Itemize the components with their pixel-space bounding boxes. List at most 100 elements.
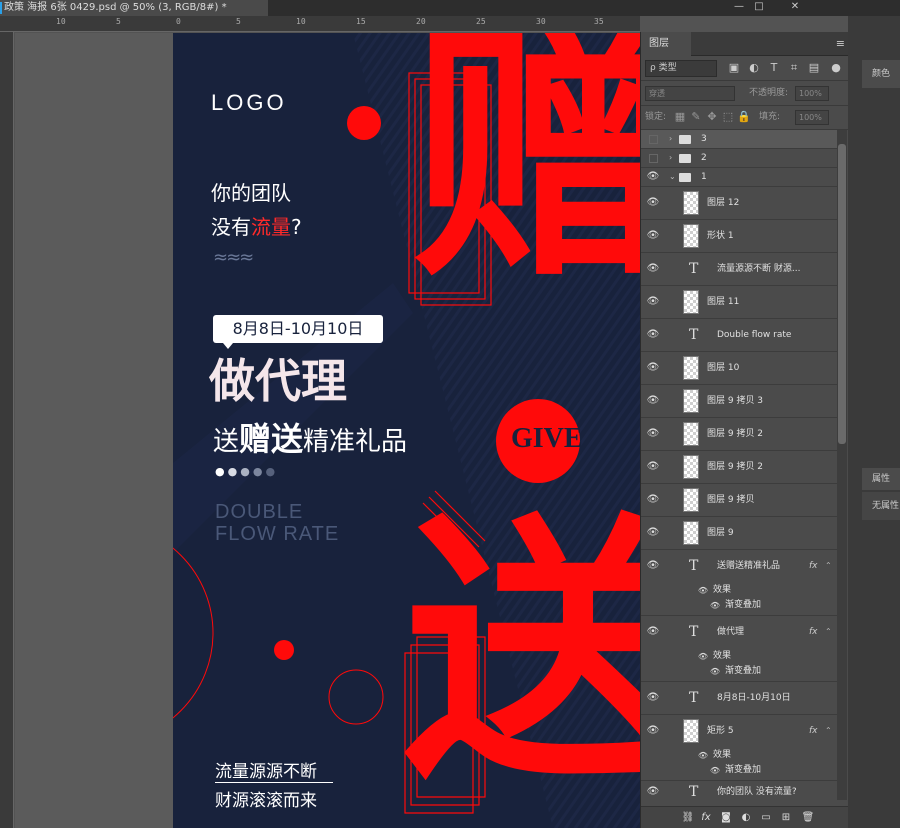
layer-row[interactable]: 👁 T 流量源源不断 财源... [641,253,837,286]
chevron-right-icon[interactable]: › [669,133,672,145]
adjustment-icon[interactable]: ◐ [739,811,753,825]
eye-icon[interactable]: 👁 [645,461,661,473]
fill-input[interactable]: 100% [795,110,829,125]
layer-row[interactable]: 👁 T 送赠送精准礼品 fx ⌃ 👁 效果 👁 渐变叠加 [641,550,837,616]
left-ruler[interactable] [0,32,14,828]
properties-panel-tab[interactable]: 属性 [862,468,900,490]
lock-artboard-icon[interactable]: ⬚ [721,110,735,124]
minimize-button[interactable]: — [730,0,748,14]
eye-icon[interactable]: 👁 [645,527,661,539]
visibility-toggle-off[interactable] [649,135,658,144]
fx-icon[interactable]: fx [699,811,713,825]
fx-badge[interactable]: fx [809,560,818,572]
eye-icon[interactable]: 👁 [645,171,661,183]
eye-icon[interactable]: 👁 [645,428,661,440]
layer-thumbnail [683,422,699,446]
eye-icon[interactable]: 👁 [645,725,661,737]
filter-adjustment-icon[interactable]: ◐ [747,61,761,75]
blend-mode-select[interactable]: 穿透 [645,86,735,101]
folder-icon[interactable]: ▭ [759,811,773,825]
layer-row[interactable]: 👁 矩形 5 fx ⌃ 👁 效果 👁 渐变叠加 [641,715,837,781]
folder-open-icon [679,173,691,182]
footer-line2: 财源滚滚而来 [215,791,317,811]
scrollbar-thumb[interactable] [838,144,846,444]
layer-row[interactable]: 👁 T Double flow rate [641,319,837,352]
layer-row[interactable]: 👁 形状 1 [641,220,837,253]
panel-menu-icon[interactable]: ≡ [836,37,845,50]
layer-row[interactable]: 👁 T 你的团队 没有流量? [641,781,837,800]
mask-icon[interactable]: ◙ [719,811,733,825]
new-layer-icon[interactable]: ⊞ [779,811,793,825]
chevron-down-icon[interactable]: ⌄ [669,171,676,183]
effects-label: 效果 [713,585,732,595]
filter-type-icon[interactable]: T [767,61,781,75]
eye-icon[interactable]: 👁 [645,494,661,506]
layer-row[interactable]: 👁 ⌄ 1 [641,168,837,187]
layer-row[interactable]: 👁 图层 11 [641,286,837,319]
color-panel-tab[interactable]: 颜色 [862,60,900,88]
chevron-up-icon[interactable]: ⌃ [825,725,832,737]
eye-icon[interactable]: 👁 [645,560,661,572]
eye-icon[interactable]: 👁 [645,263,661,275]
fx-badge[interactable]: fx [809,626,818,638]
layer-row[interactable]: 👁 图层 9 拷贝 2 [641,451,837,484]
visibility-toggle-off[interactable] [649,154,658,163]
eye-icon[interactable]: 👁 [645,786,661,798]
eye-icon[interactable]: 👁 [645,692,661,704]
layer-row[interactable]: 👁 图层 10 [641,352,837,385]
poster-canvas[interactable]: 赠 送 GIVE LOGO 你的团队 没有流量? ≈≈≈ 8月8日-10月10日… [173,33,640,828]
layer-row[interactable]: › 3 [641,130,837,149]
chevron-right-icon[interactable]: › [669,152,672,164]
english-line1: DOUBLE [215,501,304,523]
layer-filter-dropdown[interactable]: ρ 类型 [645,60,717,77]
eye-icon[interactable]: 👁 [645,296,661,308]
eye-icon[interactable]: 👁 [707,600,723,612]
ruler-label: 5 [116,17,121,26]
top-ruler[interactable]: 10 5 0 5 10 15 20 25 30 35 [0,16,640,32]
layers-scrollbar[interactable] [837,130,847,800]
filter-shape-icon[interactable]: ⌗ [787,61,801,75]
document-tab[interactable]: 政策 海报 6张 0429.psd @ 50% (3, RGB/8#) * [0,0,268,16]
eye-icon[interactable]: 👁 [645,395,661,407]
eye-icon[interactable]: 👁 [695,651,711,663]
opacity-input[interactable]: 100% [795,86,829,101]
close-button[interactable]: ✕ [786,0,804,14]
filter-smart-object-icon[interactable]: ▤ [807,61,821,75]
chevron-up-icon[interactable]: ⌃ [825,560,832,572]
eye-icon[interactable]: 👁 [707,666,723,678]
layer-row[interactable]: 👁 T 做代理 fx ⌃ 👁 效果 👁 渐变叠加 [641,616,837,682]
trash-icon[interactable]: 🗑 [801,811,815,825]
layer-row[interactable]: › 2 [641,149,837,168]
fx-badge[interactable]: fx [809,725,818,737]
layer-name: 图层 9 拷贝 2 [707,462,764,472]
eye-icon[interactable]: 👁 [645,197,661,209]
lock-all-icon[interactable]: 🔒 [737,110,751,124]
layer-filter-row: ρ 类型 ▣ ◐ T ⌗ ▤ ● [641,57,849,81]
layer-row[interactable]: 👁 图层 9 拷贝 3 [641,385,837,418]
poster-line2: 没有流量? [211,211,302,240]
layer-row[interactable]: 👁 图层 12 [641,187,837,220]
layer-row[interactable]: 👁 图层 9 拷贝 2 [641,418,837,451]
eye-icon[interactable]: 👁 [645,230,661,242]
maximize-button[interactable]: □ [750,0,768,14]
eye-icon[interactable]: 👁 [707,765,723,777]
eye-icon[interactable]: 👁 [645,626,661,638]
layer-row[interactable]: 👁 图层 9 [641,517,837,550]
layer-row[interactable]: 👁 T 8月8日-10月10日 [641,682,837,715]
lock-transparent-icon[interactable]: ▦ [673,110,687,124]
lock-image-icon[interactable]: ✎ [689,110,703,124]
filter-toggle-icon[interactable]: ● [829,61,843,75]
lock-position-icon[interactable]: ✥ [705,110,719,124]
eye-icon[interactable]: 👁 [695,750,711,762]
document-tab-bar: 政策 海报 6张 0429.psd @ 50% (3, RGB/8#) * — … [0,0,900,16]
dot: ● [252,465,266,478]
tab-layers[interactable]: 图层 [641,32,691,56]
headline: 做代理 [209,354,347,408]
chevron-up-icon[interactable]: ⌃ [825,626,832,638]
link-icon[interactable]: ⛓ [681,811,695,825]
filter-pixel-icon[interactable]: ▣ [727,61,741,75]
eye-icon[interactable]: 👁 [645,329,661,341]
layer-row[interactable]: 👁 图层 9 拷贝 [641,484,837,517]
eye-icon[interactable]: 👁 [695,585,711,597]
eye-icon[interactable]: 👁 [645,362,661,374]
